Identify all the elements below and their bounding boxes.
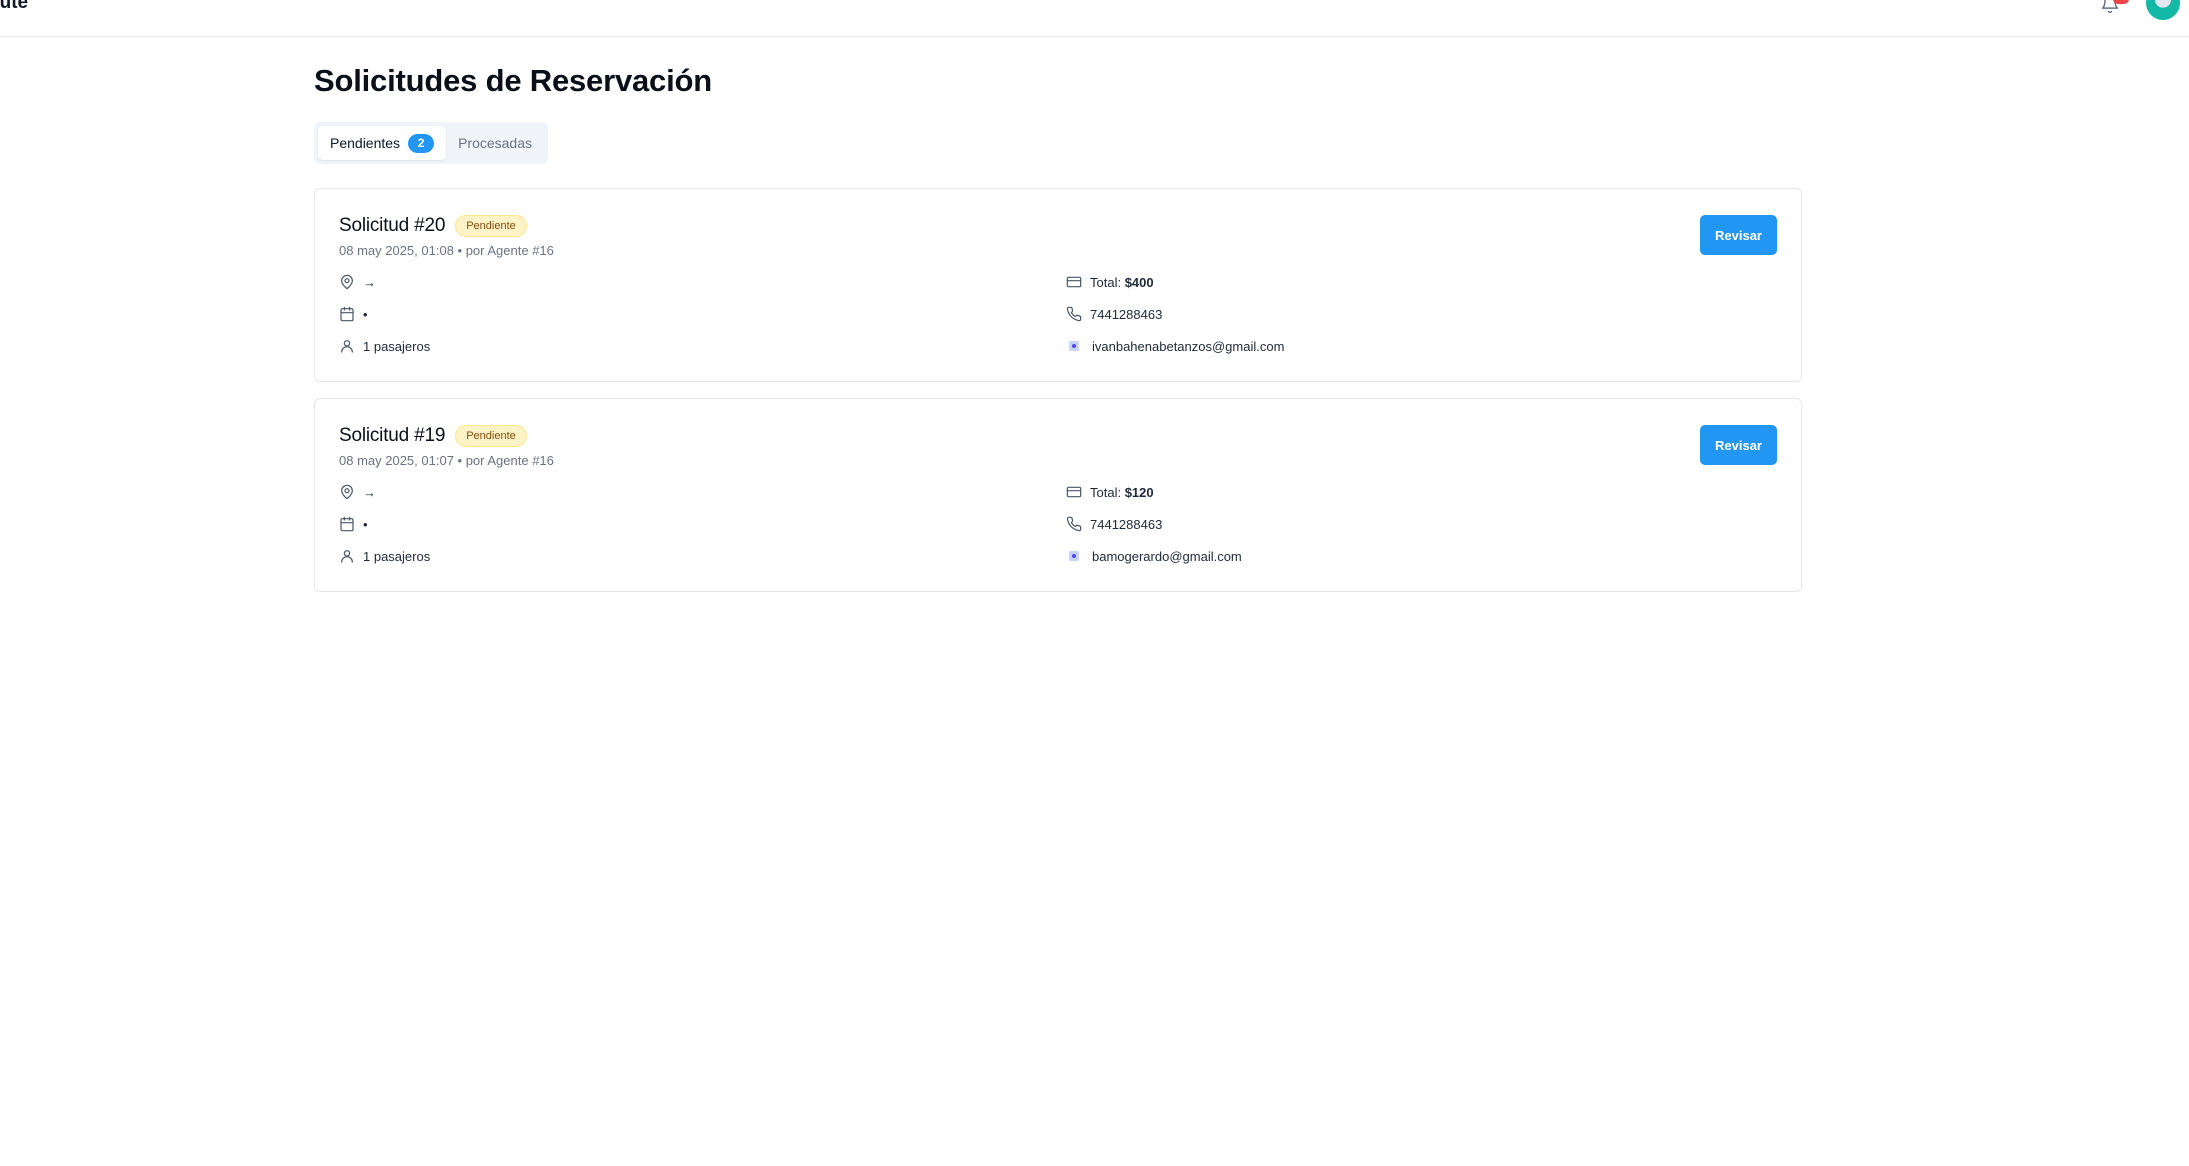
request-meta: 08 may 2025, 01:07 • por Agente #16 <box>339 453 554 468</box>
review-button[interactable]: Revisar <box>1700 425 1777 465</box>
phone-row: 7441288463 <box>1066 305 1162 323</box>
tab-procesadas[interactable]: Procesadas <box>446 126 544 160</box>
status-badge: Pendiente <box>455 215 527 237</box>
card-header: Solicitud #19 Pendiente <box>339 425 527 447</box>
phone-icon <box>1066 516 1082 532</box>
date-value: • <box>363 306 368 322</box>
user-icon <box>341 340 353 353</box>
calendar-icon <box>340 306 354 322</box>
calendar-icon <box>340 516 354 532</box>
tab-label: Procesadas <box>458 135 532 151</box>
pending-count-badge: 2 <box>408 133 435 153</box>
route-value: → <box>363 484 376 500</box>
main-content: Solicitudes de Reservación Pendientes 2 … <box>314 60 1802 592</box>
date-row: • <box>339 515 368 533</box>
tab-label: Pendientes <box>330 135 401 151</box>
phone-icon <box>1066 306 1082 322</box>
request-meta: 08 may 2025, 01:08 • por Agente #16 <box>339 243 554 258</box>
notification-dot <box>2113 0 2129 4</box>
request-title: Solicitud #20 <box>339 215 446 236</box>
mail-icon <box>1069 341 1079 351</box>
phone-row: 7441288463 <box>1066 515 1162 533</box>
phone-value: 7441288463 <box>1090 516 1163 532</box>
request-card: Solicitud #20 Pendiente 08 may 2025, 01:… <box>314 188 1802 382</box>
top-navigation-bar: oute <box>0 0 2189 37</box>
passengers-row: 1 pasajeros <box>339 337 430 355</box>
total-value: $400 <box>1124 274 1154 290</box>
route-row: → <box>339 483 376 501</box>
mail-icon <box>1069 551 1079 561</box>
map-pin-icon <box>341 484 353 500</box>
page-title: Solicitudes de Reservación <box>314 63 712 98</box>
total-label: Total: <box>1090 484 1122 500</box>
credit-card-icon <box>1066 486 1082 498</box>
request-card: Solicitud #19 Pendiente 08 may 2025, 01:… <box>314 398 1802 592</box>
app-brand[interactable]: oute <box>0 0 28 14</box>
email-row: bamogerardo@gmail.com <box>1066 547 1242 565</box>
total-label: Total: <box>1090 274 1122 290</box>
passengers-value: 1 pasajeros <box>363 548 431 564</box>
user-icon <box>341 550 353 563</box>
passengers-value: 1 pasajeros <box>363 338 431 354</box>
email-row: ivanbahenabetanzos@gmail.com <box>1066 337 1284 355</box>
credit-card-icon <box>1066 276 1082 288</box>
user-avatar[interactable] <box>2146 0 2180 20</box>
card-header: Solicitud #20 Pendiente <box>339 215 527 237</box>
route-value: → <box>363 274 376 290</box>
route-row: → <box>339 273 376 291</box>
request-title: Solicitud #19 <box>339 425 446 446</box>
map-pin-icon <box>341 274 353 290</box>
passengers-row: 1 pasajeros <box>339 547 430 565</box>
email-value: ivanbahenabetanzos@gmail.com <box>1092 338 1285 354</box>
date-row: • <box>339 305 368 323</box>
email-value: bamogerardo@gmail.com <box>1092 548 1242 564</box>
request-tabs: Pendientes 2 Procesadas <box>314 122 548 164</box>
status-badge: Pendiente <box>455 425 527 447</box>
review-button[interactable]: Revisar <box>1700 215 1777 255</box>
phone-value: 7441288463 <box>1090 306 1163 322</box>
tab-pendientes[interactable]: Pendientes 2 <box>318 126 447 160</box>
total-row: Total: $400 <box>1066 273 1154 291</box>
total-value: $120 <box>1124 484 1154 500</box>
total-row: Total: $120 <box>1066 483 1154 501</box>
date-value: • <box>363 516 368 532</box>
